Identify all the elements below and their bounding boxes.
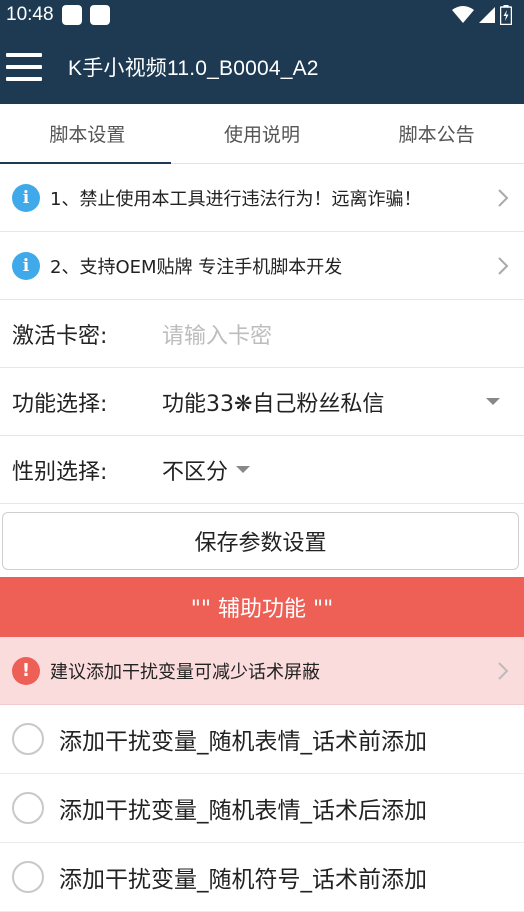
radio-button[interactable] — [12, 723, 44, 755]
notice-text: 1、禁止使用本工具进行违法行为！远离诈骗！ — [50, 188, 422, 210]
status-indicators — [452, 5, 512, 25]
dropdown-arrow-icon — [486, 398, 500, 405]
function-select-value: 功能33❋自己粉丝私信 — [162, 391, 385, 417]
option-label: 添加干扰变量_随机表情_话术后添加 — [59, 798, 427, 824]
status-bar: 10:48 — [0, 0, 524, 30]
gender-label: 性别选择: — [12, 459, 108, 485]
function-row: 功能选择: 功能33❋自己粉丝私信 — [0, 368, 524, 436]
tab-bar: 脚本设置 使用说明 脚本公告 — [0, 104, 524, 164]
option-row[interactable]: 添加干扰变量_随机符号_话术前添加 — [0, 843, 524, 912]
notice-item[interactable]: i 1、禁止使用本工具进行违法行为！远离诈骗！ — [0, 164, 524, 232]
warning-item[interactable]: ! 建议添加干扰变量可减少话术屏蔽 — [0, 637, 524, 705]
cell-signal-icon — [479, 7, 495, 23]
app-title: K手小视频11.0_B0004_A2 — [68, 57, 319, 80]
aux-function-banner: "" 辅助功能 "" — [0, 577, 524, 637]
chevron-right-icon — [492, 256, 514, 276]
app-bar: K手小视频11.0_B0004_A2 — [0, 30, 524, 104]
tab-script-settings[interactable]: 脚本设置 — [0, 104, 175, 163]
info-icon: i — [12, 251, 40, 280]
gender-row: 性别选择: 不区分 — [0, 436, 524, 504]
info-icon: i — [12, 183, 40, 212]
wifi-icon — [452, 6, 474, 23]
status-time: 10:48 — [6, 4, 54, 25]
option-label: 添加干扰变量_随机符号_话术前添加 — [59, 867, 427, 893]
save-settings-button[interactable]: 保存参数设置 — [2, 512, 519, 570]
chevron-right-icon — [492, 188, 514, 208]
menu-icon[interactable] — [6, 53, 42, 81]
chevron-right-icon — [492, 661, 514, 681]
tab-indicator — [0, 162, 171, 164]
tab-announcements[interactable]: 脚本公告 — [349, 104, 524, 163]
function-label: 功能选择: — [12, 391, 108, 417]
activation-row: 激活卡密: 请输入卡密 — [0, 300, 524, 368]
dropdown-arrow-icon — [236, 466, 251, 473]
option-label: 添加干扰变量_随机表情_话术前添加 — [59, 729, 427, 755]
battery-icon — [500, 5, 512, 25]
activation-label: 激活卡密: — [12, 323, 108, 349]
option-row[interactable]: 添加干扰变量_随机表情_话术后添加 — [0, 774, 524, 843]
gender-select-value: 不区分 — [162, 459, 229, 485]
notification-icon — [61, 5, 82, 25]
notice-item[interactable]: i 2、支持OEM贴牌 专注手机脚本开发 — [0, 232, 524, 300]
exclamation-icon: ! — [12, 656, 40, 685]
option-row[interactable]: 添加干扰变量_随机表情_话术前添加 — [0, 705, 524, 774]
radio-button[interactable] — [12, 792, 44, 824]
notification-icon — [89, 5, 110, 25]
function-select[interactable]: 功能33❋自己粉丝私信 — [162, 386, 524, 418]
activation-code-input[interactable]: 请输入卡密 — [162, 318, 272, 350]
notice-text: 2、支持OEM贴牌 专注手机脚本开发 — [50, 256, 343, 278]
warning-text: 建议添加干扰变量可减少话术屏蔽 — [50, 661, 320, 683]
radio-button[interactable] — [12, 861, 44, 893]
tab-instructions[interactable]: 使用说明 — [175, 104, 350, 163]
gender-select[interactable]: 不区分 — [162, 454, 251, 486]
